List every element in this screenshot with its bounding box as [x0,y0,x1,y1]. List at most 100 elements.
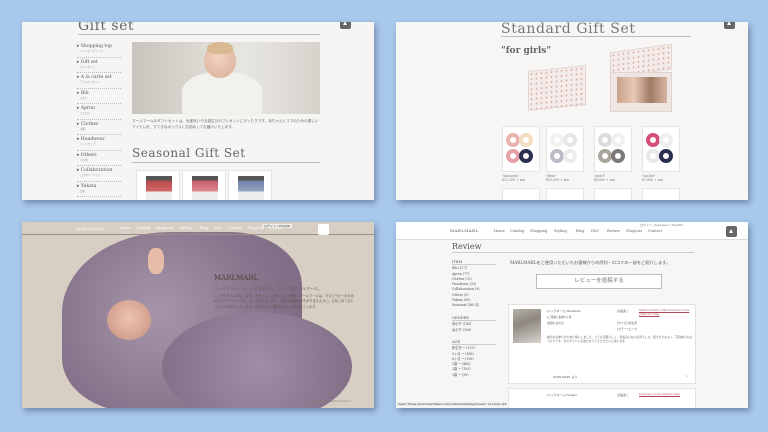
product-card[interactable] [502,188,540,200]
hero-photo-baby [132,42,320,116]
review-color: [カラー] ピンク [617,327,637,331]
nav-faq[interactable]: FAQ [591,229,599,233]
nav-home[interactable]: Home [120,226,131,230]
sidebar-item[interactable]: ▸ Shopping top ショッピングトップ [77,42,121,58]
screenshot-standard-gift-set: Standard Gift Set "for girls" "macaron" ¥… [396,22,748,200]
sidebar-item[interactable]: ▸ Yukata 浴衣 [77,182,121,197]
site-logo[interactable]: MARLMARL [450,228,479,233]
brand-description: ここからすべてがはじまる、赤ちゃんとのあたらしい毎日。マールマールは、ママとベビ… [214,294,354,309]
title-divider [452,252,694,253]
filter-link[interactable]: 3歳 ~ (30) [452,373,496,378]
scroll-top-button[interactable] [340,22,351,29]
nav-home[interactable]: Home [494,229,505,233]
review-body: 娘のお宮参りのために購入しました。とても可愛らしく、家族みんなに好評でした。肌ざ… [547,335,693,344]
product-caption[interactable]: "fleur" ¥10,000 + tax [546,174,569,182]
review-photo[interactable] [513,309,541,343]
section-divider [132,162,320,163]
bib-image [598,133,612,147]
nav-faq[interactable]: FAQ [214,226,222,230]
intro-text: マールマールのギフトセットは、出産祝いやお誕生日のプレゼントにぴったりです。赤ち… [132,119,319,129]
scroll-top-button[interactable] [318,224,329,235]
category-heading: "for girls" [501,46,552,56]
product-card[interactable] [502,126,540,172]
nav-review[interactable]: Review [607,229,620,233]
product-card[interactable] [594,126,632,172]
bib-image [519,133,533,147]
nav-catalog[interactable]: Catalog [510,229,524,233]
nav-shoplist[interactable]: ShopList [626,229,642,233]
gift-can-image [238,176,264,200]
sidebar-item[interactable]: ▸ Apron エプロン [77,104,121,120]
sidebar-item[interactable]: ▸ Collaboration コラボレーション [77,166,121,182]
sidebar-item[interactable]: ▸ Others その他 [77,151,121,166]
scroll-top-button[interactable] [726,226,737,237]
nav-styling[interactable]: Styling [554,229,567,233]
section-title: Seasonal Gift Set [132,146,246,160]
nav-styling[interactable]: Styling [179,226,192,230]
gift-box-open-image [610,72,672,112]
bib-image [659,133,673,147]
filter-heading: ITEM [452,260,496,266]
top-nav: MARLMARL Home Catalog Shopping Styling B… [396,222,748,240]
sidebar-item[interactable]: ▸ Gift set ギフトセット [77,58,121,73]
post-review-button[interactable]: レビューを投稿する [536,274,662,289]
product-card[interactable] [546,188,584,200]
nav-shopping[interactable]: Shopping [530,229,547,233]
brand-tagline: マールマール · わいいをもあいを、ちいさなマールマール。 [214,286,322,291]
filter-link[interactable]: 女の子 (356) [452,328,496,333]
bib-image [659,149,673,163]
filter-heading: GENDER [452,316,496,322]
product-card[interactable] [546,126,584,172]
filter-item: ITEM Bib (117) Apron (77) Clothes (32) H… [452,260,496,309]
screenshot-home-hero: MARLMARL Home Catalog Shopping Styling B… [22,222,374,408]
nav-blog[interactable]: Blog [576,229,584,233]
product-card[interactable] [136,170,180,200]
screenshot-gift-set: Gift set ▸ Shopping top ショッピングトップ ▸ Gift … [22,22,374,200]
review-item-link[interactable]: bouquet 3 rose pink for baby [639,392,695,396]
product-card[interactable] [594,188,632,200]
page-title: Standard Gift Set [501,22,636,37]
filter-link[interactable]: Seasonal Gift (4) [452,303,496,308]
brand-heading: MARLMARL [214,274,259,282]
bib-image [611,149,625,163]
product-card[interactable] [182,170,226,200]
nav-review[interactable]: Review [229,226,242,230]
review-nickname: [ニックネーム] Nanari [547,393,577,397]
nav-catalog[interactable]: Catalog [136,226,150,230]
bib-image [550,133,564,147]
chevron-down-icon[interactable]: ⌵ [685,373,689,379]
product-card[interactable] [228,170,272,200]
review-gender: [性別] 女の子 [547,321,565,325]
nav-shopping[interactable]: Shopping [156,226,173,230]
baby-figure [182,72,262,116]
sidebar-item[interactable]: ▸ Clothes 洋服 [77,120,121,135]
browser-status-bar: Open "https://www.marlmarl.com/contents/… [396,402,509,406]
title-divider [78,34,320,35]
bib-image [506,133,520,147]
site-logo[interactable]: MARLMARL [76,226,105,231]
sidebar-item[interactable]: ▸ Bib スタイ [77,89,121,104]
product-card[interactable] [642,188,680,200]
login-language-links[interactable]: ログイン | Japanese / English [640,223,683,227]
login-language-links[interactable]: ログイン | English [262,224,293,228]
review-card: [ニックネーム] Himeharu [ご年齢] 生後5ヶ月 [性別] 女の子 [… [508,304,696,384]
sidebar-item[interactable]: ▸ A la carte set アラカルトセット [77,73,121,89]
product-card[interactable] [642,126,680,172]
bib-image [611,133,625,147]
sidebar-nav: ▸ Shopping top ショッピングトップ ▸ Gift set ギフトセット… [77,42,121,197]
bib-image [506,149,520,163]
product-caption[interactable]: "macaron" ¥12,000 + tax [502,174,525,182]
baby-face-image [107,300,151,340]
bib-image [646,133,660,147]
page-title: Gift set [78,22,135,34]
sidebar-item[interactable]: ▸ Headwear ヘッドウェア [77,135,121,151]
filter-heading: AGE [452,340,496,346]
nav-contact[interactable]: Contact [648,229,662,233]
nav-blog[interactable]: Blog [200,226,208,230]
gift-can-image [146,176,172,200]
product-caption[interactable]: "sachet" ¥7,800 + tax [642,174,663,182]
review-item-link[interactable]: bannet 3 fancy pink bouquet 3 rose pinks… [639,308,695,317]
product-caption[interactable]: "pearl" ¥9,000 + tax [594,174,615,182]
scroll-top-button[interactable] [724,22,735,29]
bib-image [563,149,577,163]
